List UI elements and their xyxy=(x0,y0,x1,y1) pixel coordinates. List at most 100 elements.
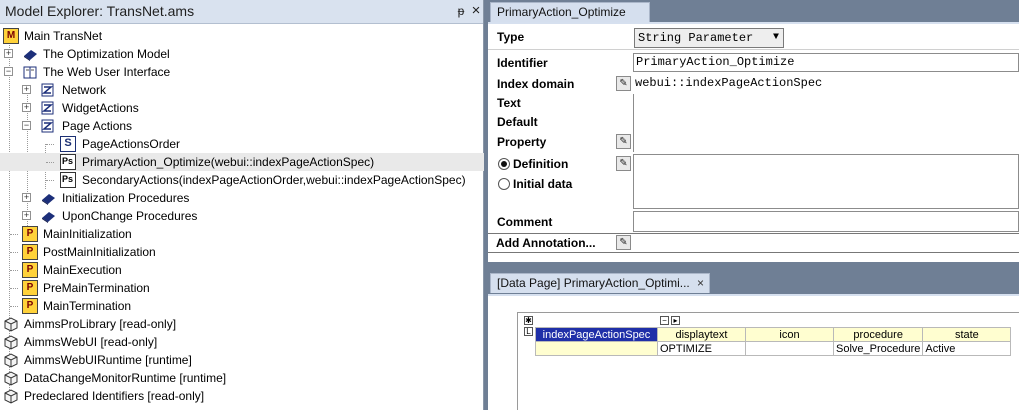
section-icon xyxy=(40,82,56,98)
pivot-icon[interactable]: ✱ xyxy=(524,316,533,325)
label-toggle-icon[interactable]: L xyxy=(524,327,533,336)
column-header[interactable]: icon xyxy=(745,327,834,342)
tree-item-page-actions[interactable]: − Page Actions xyxy=(0,117,484,135)
tree-item-optimization-model[interactable]: + The Optimization Model xyxy=(0,45,484,63)
expand-toggle[interactable]: + xyxy=(22,211,31,220)
table-cell[interactable]: Active xyxy=(922,341,1012,356)
table-cell[interactable]: Solve_Procedure xyxy=(832,341,924,356)
library-icon xyxy=(3,370,19,386)
expand-toggle[interactable]: + xyxy=(4,49,13,58)
wizard-icon[interactable]: ✎ xyxy=(616,134,631,149)
tree-item-label: UponChange Procedures xyxy=(62,209,198,223)
tree-item-predeclared-identifiers[interactable]: Predeclared Identifiers [read-only] xyxy=(0,387,484,405)
procedure-icon: P xyxy=(22,244,38,260)
index-cell[interactable] xyxy=(535,341,658,356)
tree-item-label: DataChangeMonitorRuntime [runtime] xyxy=(24,371,227,385)
collapse-icon[interactable]: − xyxy=(660,316,669,325)
column-header[interactable]: displaytext xyxy=(657,327,746,342)
type-label: Type xyxy=(497,30,525,44)
wizard-icon[interactable]: ✎ xyxy=(616,235,631,250)
tree-item-main-initialization[interactable]: P MainInitialization xyxy=(0,225,484,243)
library-icon xyxy=(3,334,19,350)
tree-item-label: AimmsWebUI [read-only] xyxy=(24,335,158,349)
tree-item-label: MainExecution xyxy=(43,263,122,277)
tree-item-pre-main-termination[interactable]: P PreMainTermination xyxy=(0,279,484,297)
attribute-form: Type String Parameter ▼ Identifier Prima… xyxy=(488,22,1019,262)
tree-item-aimms-webui[interactable]: AimmsWebUI [read-only] xyxy=(0,333,484,351)
tab-primary-action-optimize[interactable]: PrimaryAction_Optimize xyxy=(490,2,650,22)
tree-item-main-execution[interactable]: P MainExecution xyxy=(0,261,484,279)
initial-data-radio[interactable] xyxy=(498,178,510,190)
definition-label: Definition xyxy=(513,157,569,171)
table-cell[interactable] xyxy=(745,341,834,356)
identifier-field[interactable]: PrimaryAction_Optimize xyxy=(633,53,1019,72)
tree-item-page-actions-order[interactable]: S PageActionsOrder xyxy=(0,135,484,153)
library-icon xyxy=(3,316,19,332)
table-cell[interactable]: OPTIMIZE xyxy=(657,341,746,356)
expand-toggle[interactable]: + xyxy=(22,85,31,94)
tree-item-data-change-monitor-runtime[interactable]: DataChangeMonitorRuntime [runtime] xyxy=(0,369,484,387)
collapse-toggle[interactable]: − xyxy=(22,121,31,130)
definition-field[interactable] xyxy=(633,154,1019,209)
expand-toggle[interactable]: + xyxy=(22,103,31,112)
tree-item-primary-action-optimize[interactable]: Ps PrimaryAction_Optimize(webui::indexPa… xyxy=(0,153,484,171)
explorer-header: Model Explorer: TransNet.ams ᵽ × xyxy=(0,0,483,24)
explorer-title: Model Explorer: TransNet.ams xyxy=(5,3,195,19)
tree-item-aimms-pro-library[interactable]: AimmsProLibrary [read-only] xyxy=(0,315,484,333)
main-model-icon: M xyxy=(3,28,19,44)
tree-item-main-transnet[interactable]: M Main TransNet xyxy=(0,27,484,45)
tree-item-uponchange-procedures[interactable]: + UponChange Procedures xyxy=(0,207,484,225)
column-header[interactable]: state xyxy=(922,327,1012,342)
close-icon[interactable]: × xyxy=(469,2,483,19)
pin-icon[interactable]: ᵽ xyxy=(454,4,468,18)
section-icon xyxy=(40,100,56,116)
definition-radio[interactable] xyxy=(498,158,510,170)
open-book-icon xyxy=(22,64,38,80)
text-label: Text xyxy=(497,96,521,110)
chevron-down-icon: ▼ xyxy=(772,32,779,43)
book-icon xyxy=(40,208,56,224)
tab-label: PrimaryAction_Optimize xyxy=(497,5,626,19)
property-field[interactable] xyxy=(633,132,1019,152)
close-icon[interactable]: × xyxy=(697,274,704,292)
column-header[interactable]: procedure xyxy=(832,327,924,342)
next-icon[interactable]: ▸ xyxy=(671,316,680,325)
tree-item-initialization-procedures[interactable]: + Initialization Procedures xyxy=(0,189,484,207)
model-explorer: Model Explorer: TransNet.ams ᵽ × M Main … xyxy=(0,0,484,410)
index-domain-label: Index domain xyxy=(497,77,575,91)
string-parameter-icon: Ps xyxy=(60,172,76,188)
tree-item-aimms-webui-runtime[interactable]: AimmsWebUIRuntime [runtime] xyxy=(0,351,484,369)
tree-item-label: SecondaryActions(indexPageActionOrder,we… xyxy=(82,173,466,187)
tree-item-secondary-actions[interactable]: Ps SecondaryActions(indexPageActionOrder… xyxy=(0,171,484,189)
comment-field[interactable] xyxy=(633,211,1019,232)
text-field[interactable] xyxy=(633,94,1019,113)
tree-item-web-user-interface[interactable]: − The Web User Interface xyxy=(0,63,484,81)
tab-label: [Data Page] PrimaryAction_Optimi... xyxy=(497,276,690,290)
library-icon xyxy=(3,388,19,404)
wizard-icon[interactable]: ✎ xyxy=(616,156,631,171)
tab-data-page[interactable]: [Data Page] PrimaryAction_Optimi... × xyxy=(490,273,710,293)
tree-item-label: Initialization Procedures xyxy=(62,191,190,205)
comment-label: Comment xyxy=(497,215,553,229)
index-header[interactable]: indexPageActionSpec xyxy=(535,327,658,342)
tree-item-main-termination[interactable]: P MainTermination xyxy=(0,297,484,315)
index-domain-field[interactable]: webui::indexPageActionSpec xyxy=(633,75,1019,93)
expand-toggle[interactable]: + xyxy=(22,193,31,202)
tree-item-widget-actions[interactable]: + WidgetActions xyxy=(0,99,484,117)
collapse-toggle[interactable]: − xyxy=(4,67,13,76)
type-dropdown[interactable]: String Parameter ▼ xyxy=(634,28,784,48)
wizard-icon[interactable]: ✎ xyxy=(616,76,631,91)
tree-item-label: Main TransNet xyxy=(24,29,103,43)
type-value: String Parameter xyxy=(638,31,754,45)
book-icon xyxy=(22,46,38,62)
tree-item-network[interactable]: + Network xyxy=(0,81,484,99)
string-parameter-icon: Ps xyxy=(60,154,76,170)
library-icon xyxy=(3,352,19,368)
tree-item-label: Page Actions xyxy=(62,119,133,133)
tree-item-label: AimmsProLibrary [read-only] xyxy=(24,317,177,331)
tree-item-post-main-initialization[interactable]: P PostMainInitialization xyxy=(0,243,484,261)
table-row: OPTIMIZE Solve_Procedure Active xyxy=(535,341,1012,356)
default-field[interactable] xyxy=(633,113,1019,132)
add-annotation-row[interactable]: Add Annotation... ✎ xyxy=(488,233,1019,253)
initial-data-label: Initial data xyxy=(513,177,573,191)
